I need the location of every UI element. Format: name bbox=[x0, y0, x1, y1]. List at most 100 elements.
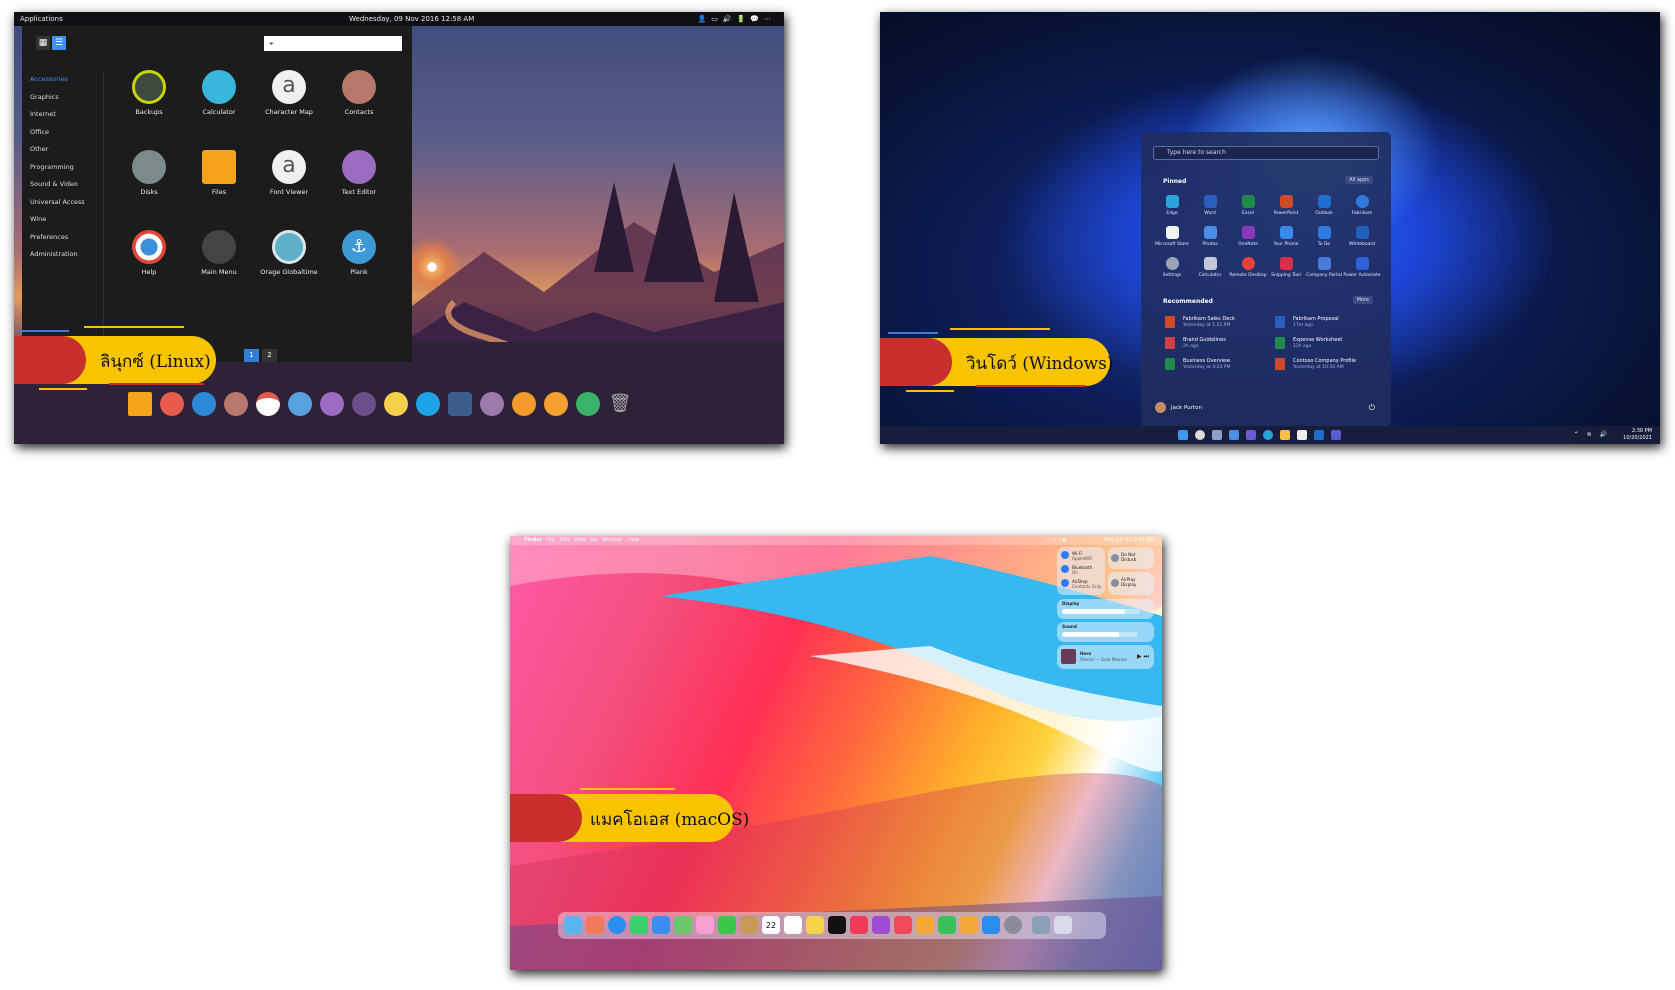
category-wine[interactable]: Wine bbox=[30, 212, 103, 230]
app-contacts[interactable]: Contacts bbox=[322, 70, 396, 116]
pinned-onenote[interactable]: OneNote bbox=[1229, 226, 1267, 247]
numbers-icon[interactable] bbox=[938, 916, 956, 934]
category-universal-access[interactable]: Universal Access bbox=[30, 195, 103, 213]
maps-icon[interactable] bbox=[674, 916, 692, 934]
photos-icon[interactable] bbox=[696, 916, 714, 934]
launchpad-icon[interactable] bbox=[586, 916, 604, 934]
trash-icon[interactable]: 🗑 bbox=[608, 392, 632, 416]
app-store-icon[interactable] bbox=[982, 916, 1000, 934]
wifi-icon[interactable] bbox=[1061, 551, 1069, 559]
applications-menu[interactable]: Applications bbox=[20, 12, 63, 26]
app-orage-globaltime[interactable]: Orage Globaltime bbox=[252, 230, 326, 276]
system-preferences-gear-icon[interactable] bbox=[1004, 916, 1022, 934]
pinned-outlook[interactable]: Outlook bbox=[1305, 195, 1343, 216]
pinned-microsoft-store[interactable]: Microsoft Store bbox=[1153, 226, 1191, 247]
pinned-fabrikam[interactable]: Fabrikam bbox=[1343, 195, 1381, 216]
menu-edit[interactable]: Edit bbox=[560, 536, 570, 545]
safari-icon[interactable] bbox=[608, 916, 626, 934]
image-viewer-dock-icon[interactable] bbox=[448, 392, 472, 416]
keynote-icon[interactable] bbox=[916, 916, 934, 934]
pinned-photos[interactable]: Photos bbox=[1191, 226, 1229, 247]
start-button-icon[interactable] bbox=[1178, 430, 1188, 440]
pinned-snipping-tool[interactable]: Snipping Tool bbox=[1267, 257, 1305, 278]
taskbar-clock[interactable]: 2:30 PM 10/20/2021 bbox=[1623, 428, 1652, 442]
trash-icon[interactable] bbox=[1054, 916, 1072, 934]
teams-taskbar-icon[interactable] bbox=[1331, 430, 1341, 440]
pinned-edge[interactable]: Edge bbox=[1153, 195, 1191, 216]
sound-volume-slider[interactable] bbox=[1062, 632, 1138, 637]
status-icons[interactable]: ▭ ≋ ⌕ ◐ bbox=[1046, 536, 1067, 545]
edge-taskbar-icon[interactable] bbox=[1263, 430, 1273, 440]
pinned-word[interactable]: Word bbox=[1191, 195, 1229, 216]
category-sound-video[interactable]: Sound & Video bbox=[30, 177, 103, 195]
app-disks[interactable]: Disks bbox=[112, 150, 186, 196]
pinned-excel[interactable]: Excel bbox=[1229, 195, 1267, 216]
reminders-icon[interactable] bbox=[784, 916, 802, 934]
category-other[interactable]: Other bbox=[30, 142, 103, 160]
task-view-icon[interactable] bbox=[1212, 430, 1222, 440]
app-character-map[interactable]: a Character Map bbox=[252, 70, 326, 116]
outlook-taskbar-icon[interactable] bbox=[1314, 430, 1324, 440]
contacts-dock-icon[interactable] bbox=[224, 392, 248, 416]
pinned-settings[interactable]: Settings bbox=[1153, 257, 1191, 278]
files-dock-icon[interactable] bbox=[128, 392, 152, 416]
page-1-button[interactable]: 1 bbox=[244, 349, 259, 362]
grid-view-icon[interactable]: ▦ bbox=[36, 36, 50, 50]
menu-go[interactable]: Go bbox=[590, 536, 597, 545]
start-search-input[interactable]: Type here to search bbox=[1153, 146, 1379, 160]
pinned-your-phone[interactable]: Your Phone bbox=[1267, 226, 1305, 247]
messages-icon[interactable] bbox=[630, 916, 648, 934]
skype-dock-icon[interactable] bbox=[416, 392, 440, 416]
menu-window[interactable]: Window bbox=[602, 536, 622, 545]
pages-icon[interactable] bbox=[960, 916, 978, 934]
calendar-dock-icon[interactable] bbox=[256, 392, 280, 416]
facetime-icon[interactable] bbox=[718, 916, 736, 934]
play-forward-icon[interactable]: ▶ ⏭ bbox=[1137, 653, 1149, 661]
app-text-editor[interactable]: Text Editor bbox=[322, 150, 396, 196]
app-help[interactable]: Help bbox=[112, 230, 186, 276]
apple-tv-icon[interactable] bbox=[828, 916, 846, 934]
page-2-button[interactable]: 2 bbox=[262, 349, 277, 362]
app-plank[interactable]: ⚓ Plank bbox=[322, 230, 396, 276]
widgets-icon[interactable] bbox=[1229, 430, 1239, 440]
category-preferences[interactable]: Preferences bbox=[30, 230, 103, 248]
app-files[interactable]: Files bbox=[182, 150, 256, 196]
store-dock-icon[interactable] bbox=[544, 392, 568, 416]
text-editor-dock-icon[interactable] bbox=[320, 392, 344, 416]
mail-icon[interactable] bbox=[652, 916, 670, 934]
pinned-powerpoint[interactable]: PowerPoint bbox=[1267, 195, 1305, 216]
menu-file[interactable]: File bbox=[546, 536, 554, 545]
category-accessories[interactable]: Accessories bbox=[30, 72, 103, 90]
app-backups[interactable]: Backups bbox=[112, 70, 186, 116]
pinned-company-portal[interactable]: Company Portal bbox=[1305, 257, 1343, 278]
chat-icon[interactable] bbox=[1246, 430, 1256, 440]
contacts-icon[interactable] bbox=[740, 916, 758, 934]
display-brightness-slider[interactable] bbox=[1062, 609, 1140, 614]
file-explorer-icon[interactable] bbox=[1280, 430, 1290, 440]
power-icon[interactable]: ⏻ bbox=[1369, 403, 1375, 413]
pinned-remote-desktop[interactable]: Remote Desktop bbox=[1229, 257, 1267, 278]
mail-dock-icon[interactable] bbox=[160, 392, 184, 416]
search-icon[interactable] bbox=[1195, 430, 1205, 440]
list-view-icon[interactable]: ☰ bbox=[52, 36, 66, 50]
category-internet[interactable]: Internet bbox=[30, 107, 103, 125]
panel-tray-icons[interactable]: 👤▭🔊🔋💬⋯ bbox=[698, 12, 776, 26]
downloads-stack-icon[interactable] bbox=[1032, 916, 1050, 934]
bluetooth-icon[interactable] bbox=[1061, 565, 1069, 573]
media-player-dock-icon[interactable] bbox=[384, 392, 408, 416]
pinned-calculator[interactable]: Calculator bbox=[1191, 257, 1229, 278]
user-account[interactable]: Jack Purton bbox=[1155, 402, 1202, 413]
panel-clock[interactable]: Wednesday, 09 Nov 2016 12:58 AM bbox=[349, 12, 474, 26]
pinned-power-automate[interactable]: Power Automate bbox=[1343, 257, 1381, 278]
airplay-display-tile[interactable]: AirPlay Display bbox=[1108, 572, 1154, 595]
finder-icon[interactable] bbox=[564, 916, 582, 934]
app-search-input[interactable]: ⌖ bbox=[264, 36, 402, 51]
weather-dock-icon[interactable] bbox=[288, 392, 312, 416]
calendar-icon[interactable]: 22 bbox=[762, 916, 780, 934]
browser-dock-icon[interactable] bbox=[192, 392, 216, 416]
chat-dock-icon[interactable] bbox=[352, 392, 376, 416]
menu-view[interactable]: View bbox=[574, 536, 586, 545]
notes-icon[interactable] bbox=[806, 916, 824, 934]
settings-dock-icon[interactable] bbox=[576, 392, 600, 416]
category-office[interactable]: Office bbox=[30, 125, 103, 143]
